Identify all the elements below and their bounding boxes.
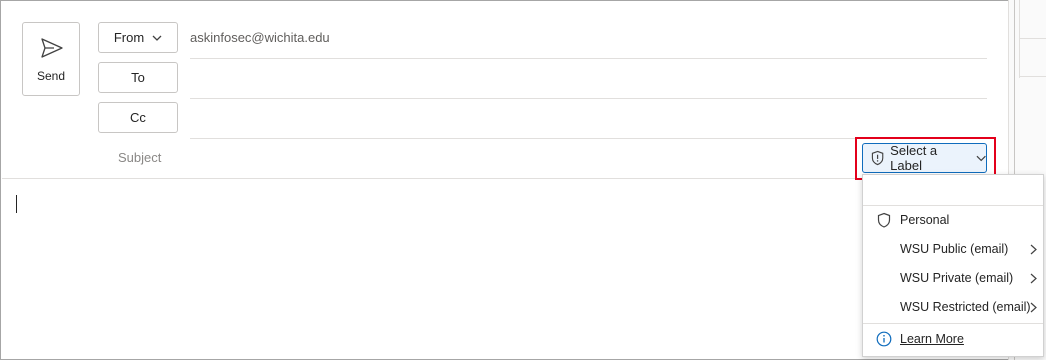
from-divider [190,58,987,59]
learn-more-link[interactable]: Learn More [863,325,1043,353]
shield-icon [877,212,891,228]
cc-button[interactable]: Cc [98,102,178,133]
chevron-down-icon [976,155,986,161]
send-button[interactable]: Send [22,22,80,96]
from-button[interactable]: From [98,22,178,53]
menu-item-personal[interactable]: Personal [863,206,1043,234]
select-label-text: Select a Label [890,143,938,173]
menu-item-wsu-restricted[interactable]: WSU Restricted (email) [863,293,1043,321]
menu-divider [863,323,1043,324]
chevron-right-icon [1030,273,1037,283]
select-label-button[interactable]: Select a Label [862,143,987,173]
text-cursor [16,195,17,213]
info-icon [876,331,892,347]
to-field[interactable] [190,98,987,99]
from-address: askinfosec@wichita.edu [190,30,330,45]
from-label: From [113,30,145,45]
menu-item-label: Personal [900,213,950,227]
menu-item-label: WSU Private (email) [900,271,1014,285]
chevron-down-icon [152,35,162,41]
send-icon [41,38,63,58]
send-label: Send [36,69,66,83]
to-button[interactable]: To [98,62,178,93]
shield-info-icon [871,150,884,166]
to-label: To [131,70,145,85]
learn-more-label: Learn More [900,332,964,346]
menu-item-wsu-private[interactable]: WSU Private (email) [863,264,1043,292]
subject-field[interactable]: Subject [118,150,161,165]
menu-item-label: WSU Public (email) [900,242,1009,256]
chevron-right-icon [1030,302,1037,312]
chevron-right-icon [1030,244,1037,254]
menu-item-label: WSU Restricted (email) [900,300,1031,314]
menu-item-wsu-public[interactable]: WSU Public (email) [863,235,1043,263]
sensitivity-menu: Personal WSU Public (email) WSU Private … [862,174,1044,357]
cc-label: Cc [130,110,146,125]
